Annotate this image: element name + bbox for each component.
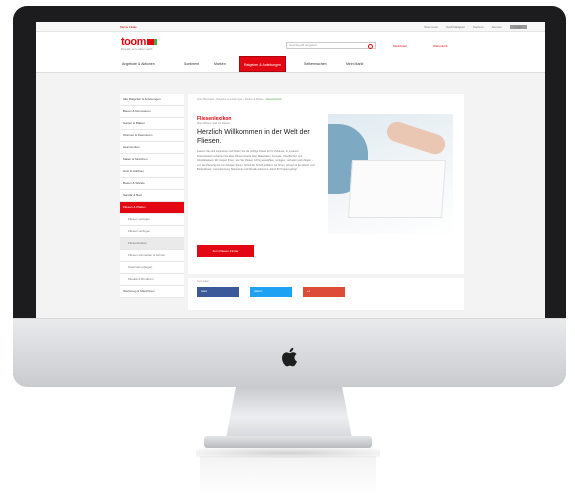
sidebar-item[interactable]: Boden & Wände (120, 178, 184, 190)
site-header: toom Respekt, wer's selber macht. Suchbe… (36, 32, 545, 56)
facebook-share-button[interactable]: teilen (197, 287, 239, 297)
hero-image (328, 114, 453, 234)
sidebar-item-tiles-active[interactable]: Fliesen & Platten (120, 202, 184, 214)
imac-base (204, 436, 372, 448)
sidebar-item[interactable]: Holz & Holzbau (120, 166, 184, 178)
top-utility-bar: Meine Filiale Über toom Nachhaltigkeit K… (36, 22, 545, 32)
search-input[interactable]: Suchbegriff eingeben (286, 42, 376, 49)
utility-link[interactable]: Nachhaltigkeit (446, 25, 465, 29)
nav-item-brands[interactable]: Marken (210, 56, 230, 72)
sidebar-subitem[interactable]: Mosaik & Bordüren (120, 274, 184, 286)
logo-red-mark-icon (146, 39, 154, 45)
logo-green-mark-icon (153, 39, 157, 45)
nav-item-offers[interactable]: Angebote & Aktionen (118, 56, 159, 72)
share-panel: Jetzt teilen: teilen twittern +1 (188, 274, 464, 310)
logo-tagline: Respekt, wer's selber macht. (121, 48, 154, 51)
share-label: Jetzt teilen: (197, 280, 210, 283)
browser-screen: Meine Filiale Über toom Nachhaltigkeit K… (36, 22, 545, 318)
sidebar-subitem[interactable]: Fliesen verfugen (120, 226, 184, 238)
sidebar-item[interactable]: Alle Ratgeber & Anleitungen (120, 94, 184, 106)
sidebar-item[interactable]: Bauen & Renovieren (120, 106, 184, 118)
main-content: toom Baumarkt › Ratgeber & Anleitungen ›… (188, 94, 464, 310)
search-icon[interactable] (368, 44, 373, 49)
toom-logo[interactable]: toom (121, 36, 157, 48)
sidebar-item[interactable]: Werkzeug & Maschinen (120, 286, 184, 298)
sidebar-subitem[interactable]: Fliesen verlegen (120, 214, 184, 226)
imac-stand (226, 386, 352, 438)
sidebar-subitem[interactable]: Fliesen schneiden & bohren (120, 250, 184, 262)
wishlist-link[interactable]: Merkzettel (393, 44, 407, 48)
tile-finder-button[interactable]: Zum Fliesen-Finder (197, 245, 254, 257)
breadcrumb-current: Fliesenlexikon (265, 98, 282, 101)
hero-tile-shape (347, 160, 447, 218)
utility-link[interactable]: Service (492, 25, 502, 29)
sidebar-subitem-selected[interactable]: Fliesenlexikon (120, 238, 184, 250)
cart-link[interactable]: Warenkorb (433, 44, 448, 48)
section-subkicker: Alles Wissen rund um Fliesen (197, 122, 230, 125)
sidebar-item[interactable]: Garten & Balkon (120, 118, 184, 130)
breadcrumb-link[interactable]: Fliesen & Platten (245, 98, 264, 101)
utility-links: Über toom Nachhaltigkeit Karriere Servic… (424, 25, 527, 29)
twitter-share-button[interactable]: twittern (250, 287, 292, 297)
nav-item-assortment[interactable]: Sortiment (180, 56, 203, 72)
login-button[interactable]: Login (509, 25, 527, 29)
sidebar-item[interactable]: Sanitär & Bad (120, 190, 184, 202)
nav-item-guides[interactable]: Ratgeber & Anleitungen (239, 56, 286, 72)
breadcrumb: toom Baumarkt › Ratgeber & Anleitungen ›… (197, 98, 282, 101)
utility-link[interactable]: Karriere (473, 25, 484, 29)
nav-item-diy[interactable]: Selbermachen (300, 56, 331, 72)
imac-reflection (200, 456, 376, 496)
category-sidebar: Alle Ratgeber & Anleitungen Bauen & Reno… (120, 94, 184, 298)
nav-item-my-store[interactable]: Mein Markt (342, 56, 367, 72)
googleplus-share-button[interactable]: +1 (303, 287, 345, 297)
store-locator-link[interactable]: Meine Filiale (120, 25, 137, 29)
search-placeholder: Suchbegriff eingeben (289, 43, 318, 47)
breadcrumb-link[interactable]: toom Baumarkt (197, 98, 214, 101)
logo-text: toom (121, 36, 146, 48)
intro-text: Lassen Sie sich inspirieren und finden S… (197, 150, 315, 171)
apple-logo-icon (282, 347, 297, 367)
breadcrumb-link[interactable]: Ratgeber & Anleitungen (216, 98, 242, 101)
main-navigation: Angebote & Aktionen Sortiment Marken Rat… (36, 56, 545, 73)
sidebar-item[interactable]: Heimwerken (120, 142, 184, 154)
page-title: Herzlich Willkommen in der Welt der Flie… (197, 129, 310, 145)
utility-link[interactable]: Über toom (424, 25, 438, 29)
hero-arm-shape (384, 119, 448, 157)
sidebar-item[interactable]: Malen & Streichen (120, 154, 184, 166)
sidebar-subitem[interactable]: Naturstein pflegen (120, 262, 184, 274)
sidebar-item[interactable]: Wohnen & Dekorieren (120, 130, 184, 142)
